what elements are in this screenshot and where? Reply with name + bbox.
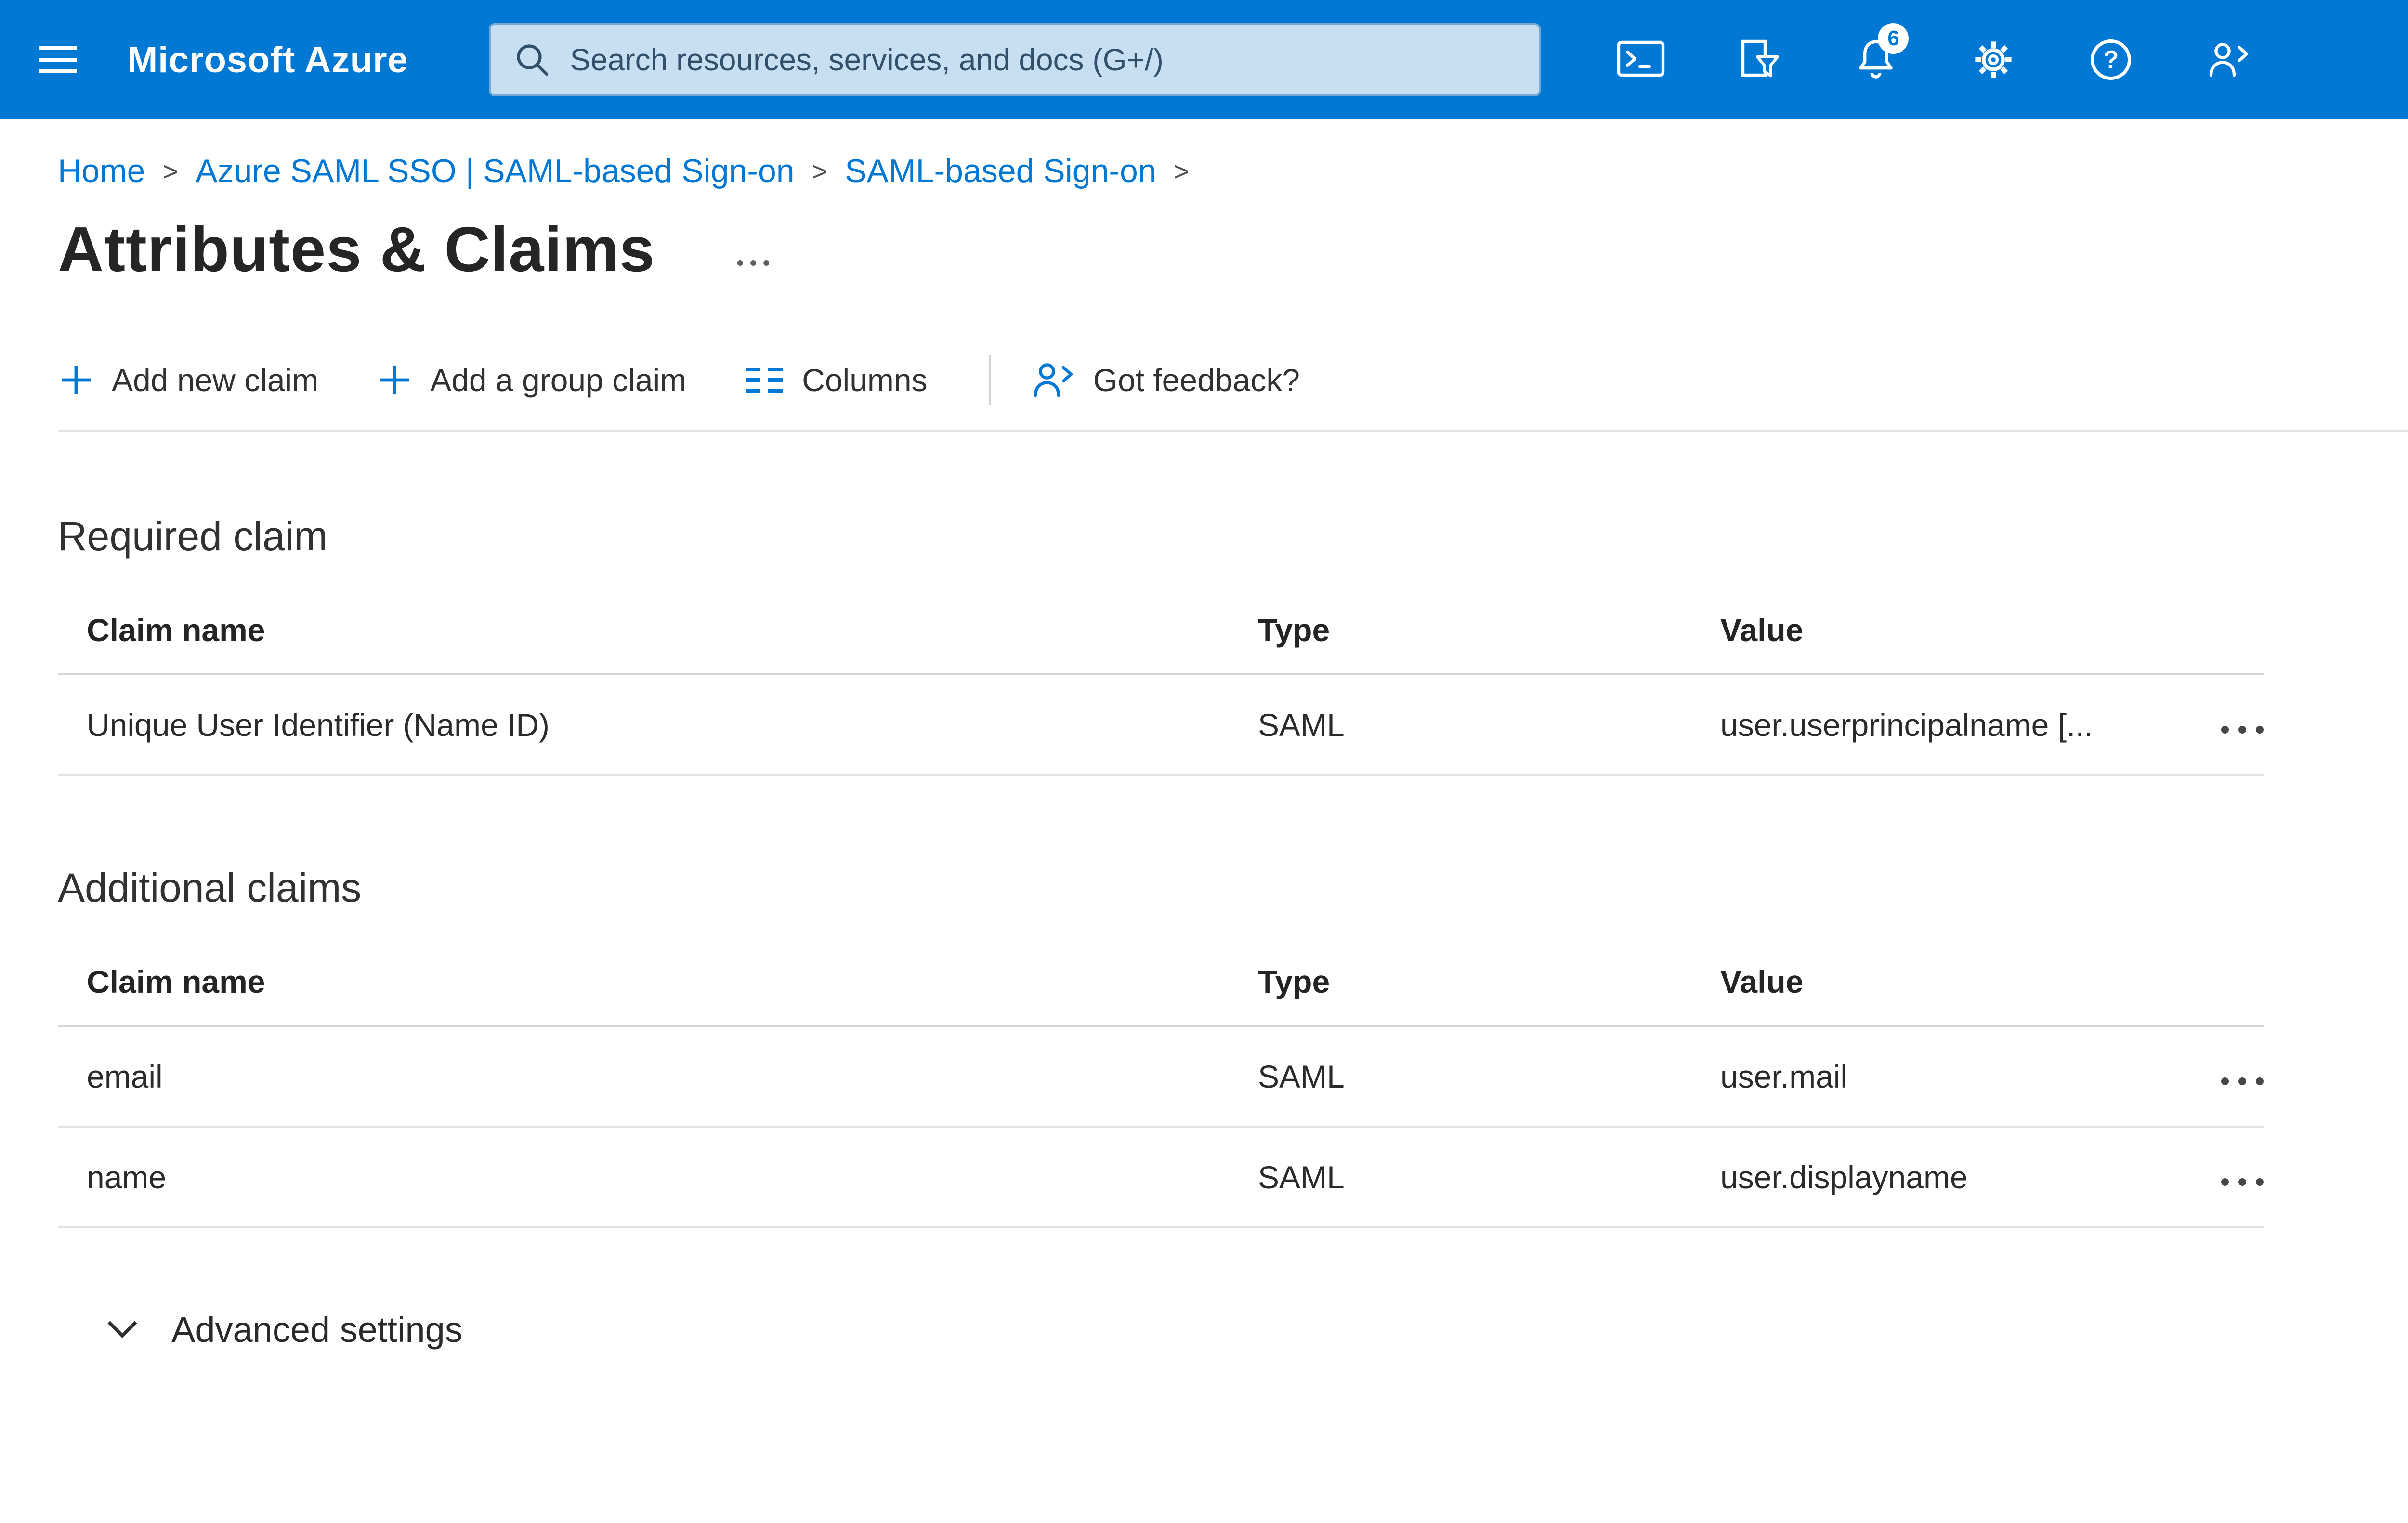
title-row: Attributes & Claims: [0, 190, 2408, 286]
claim-type-cell: SAML: [1229, 1127, 1691, 1229]
claim-value-cell: user.displayname: [1691, 1127, 2186, 1229]
breadcrumb-app-link[interactable]: Azure SAML SSO | SAML-based Sign-on: [196, 152, 795, 190]
row-context-menu-button[interactable]: [2215, 1068, 2264, 1095]
row-context-menu-button[interactable]: [2215, 716, 2264, 743]
page-title: Attributes & Claims: [58, 214, 655, 285]
row-context-menu-button[interactable]: [2215, 1169, 2264, 1195]
column-header-value: Value: [1691, 938, 2186, 1027]
ellipsis-icon: [2221, 1178, 2264, 1186]
add-group-claim-button[interactable]: Add a group claim: [376, 362, 686, 398]
additional-claims-heading: Additional claims: [58, 865, 362, 910]
columns-icon: [746, 368, 783, 393]
table-row[interactable]: email SAML user.mail: [58, 1026, 2264, 1128]
brand-title[interactable]: Microsoft Azure: [127, 39, 408, 81]
cloud-shell-icon: [1617, 40, 1665, 77]
notification-count-badge: 6: [1878, 23, 1909, 54]
hamburger-menu-icon[interactable]: [15, 17, 100, 102]
claim-value-cell: user.mail: [1691, 1026, 2186, 1128]
feedback-icon: [2210, 43, 2249, 77]
column-header-claim-name: Claim name: [58, 587, 1229, 675]
global-search[interactable]: [489, 23, 1541, 96]
help-button[interactable]: ?: [2068, 17, 2153, 102]
blade-content: Required claim Claim name Type Value Uni…: [0, 513, 2408, 1350]
column-header-type: Type: [1229, 587, 1691, 675]
add-group-claim-label: Add a group claim: [430, 362, 687, 398]
directory-filter-button[interactable]: [1716, 17, 1801, 102]
advanced-settings-toggle[interactable]: Advanced settings: [106, 1309, 463, 1350]
additional-claims-table: Claim name Type Value email SAML user.ma…: [58, 938, 2264, 1229]
claim-name-cell: name: [58, 1127, 1229, 1229]
toolbar-divider: [989, 355, 991, 405]
plus-icon: [380, 366, 409, 394]
azure-portal-window: Microsoft Azure Search resources, servic…: [0, 0, 2408, 1522]
columns-button[interactable]: Columns: [744, 362, 928, 398]
context-menu-button[interactable]: [736, 258, 771, 268]
feedback-icon: [1034, 363, 1073, 397]
add-new-claim-label: Add new claim: [112, 362, 319, 398]
required-claim-table: Claim name Type Value Unique User Identi…: [58, 587, 2264, 776]
breadcrumb-separator: >: [1173, 156, 1190, 186]
ellipsis-icon: [2221, 1077, 2264, 1085]
breadcrumb-separator: >: [811, 156, 828, 186]
claim-type-cell: SAML: [1229, 1026, 1691, 1128]
claim-value-cell: user.userprincipalname [...: [1691, 674, 2186, 776]
claim-name-cell: Unique User Identifier (Name ID): [58, 674, 1229, 776]
ellipsis-icon: [737, 260, 770, 266]
column-header-claim-name: Claim name: [58, 938, 1229, 1027]
got-feedback-label: Got feedback?: [1093, 362, 1300, 398]
settings-gear-icon: [1975, 41, 2012, 78]
directory-filter-icon: [1741, 39, 1780, 78]
got-feedback-button[interactable]: Got feedback?: [1030, 359, 1300, 401]
table-row[interactable]: Unique User Identifier (Name ID) SAML us…: [58, 674, 2264, 776]
ellipsis-icon: [2221, 726, 2264, 734]
claim-type-cell: SAML: [1229, 674, 1691, 776]
breadcrumb-home-link[interactable]: Home: [58, 152, 145, 190]
breadcrumb: Home > Azure SAML SSO | SAML-based Sign-…: [0, 119, 2408, 190]
table-header-row: Claim name Type Value: [58, 938, 2264, 1027]
table-row[interactable]: name SAML user.displayname: [58, 1127, 2264, 1229]
required-claim-heading: Required claim: [58, 513, 328, 559]
chevron-down-icon: [107, 1320, 137, 1338]
search-input[interactable]: [570, 42, 1516, 78]
columns-label: Columns: [802, 362, 928, 398]
topbar-icons: 6 ?: [1598, 17, 2271, 102]
column-header-type: Type: [1229, 938, 1691, 1027]
add-new-claim-button[interactable]: Add new claim: [58, 362, 318, 398]
feedback-button[interactable]: [2186, 17, 2271, 102]
command-bar: Add new claim Add a group claim Columns: [58, 355, 2408, 432]
claim-name-cell: email: [58, 1026, 1229, 1128]
plus-icon: [62, 366, 91, 394]
settings-button[interactable]: [1951, 17, 2036, 102]
advanced-settings-label: Advanced settings: [171, 1310, 463, 1350]
help-icon: ?: [2091, 39, 2132, 80]
column-header-value: Value: [1691, 587, 2186, 675]
notifications-button[interactable]: 6: [1833, 17, 1918, 102]
cloud-shell-button[interactable]: [1598, 17, 1683, 102]
top-bar: Microsoft Azure Search resources, servic…: [0, 0, 2408, 119]
table-header-row: Claim name Type Value: [58, 587, 2264, 675]
breadcrumb-separator: >: [162, 156, 179, 186]
search-icon: [517, 44, 549, 76]
breadcrumb-saml-link[interactable]: SAML-based Sign-on: [845, 152, 1156, 190]
